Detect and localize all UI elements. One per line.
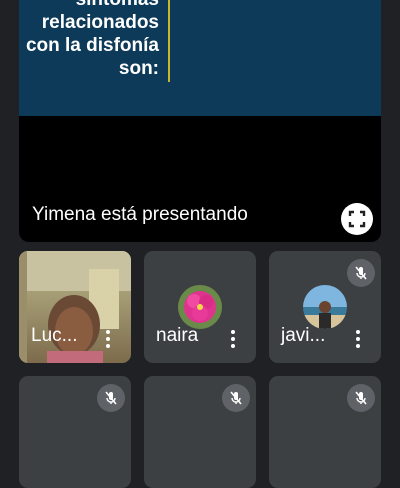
participant-tile[interactable]: javi... [269,251,381,363]
participant-name: naira [156,325,199,346]
participant-name: javi... [281,325,326,346]
presentation-view[interactable]: síntomas relacionados con la disfonía so… [19,0,381,242]
mic-off-icon [105,391,117,405]
slide-line: síntomas [19,0,159,11]
participant-tile[interactable] [269,376,381,488]
more-vert-icon[interactable] [354,330,362,348]
beach-photo-avatar [303,285,347,329]
mic-off-badge [222,384,250,412]
participant-tile[interactable] [144,376,256,488]
slide-line: son: [118,58,159,79]
presenter-label: Yimena está presentando [32,204,248,225]
more-vert-icon[interactable] [104,330,112,348]
participant-tile[interactable]: Luc... [19,251,131,363]
fullscreen-icon [348,210,366,228]
slide-line: con la disfonía [25,35,159,56]
shared-slide: síntomas relacionados con la disfonía so… [19,0,381,116]
mic-off-badge [97,384,125,412]
more-vert-icon[interactable] [229,330,237,348]
slide-text: síntomas relacionados con la disfonía so… [19,0,159,80]
slide-accent-bar [168,0,170,82]
participant-tile[interactable]: naira [144,251,256,363]
fullscreen-button[interactable] [341,203,373,235]
mic-off-icon [355,266,367,280]
slide-line: relacionados [41,12,159,33]
pink-flower-avatar [178,285,222,329]
mic-off-badge [347,384,375,412]
mic-off-icon [355,391,367,405]
participant-name: Luc... [31,325,78,346]
mic-off-badge [347,259,375,287]
participant-tile[interactable] [19,376,131,488]
mic-off-icon [230,391,242,405]
